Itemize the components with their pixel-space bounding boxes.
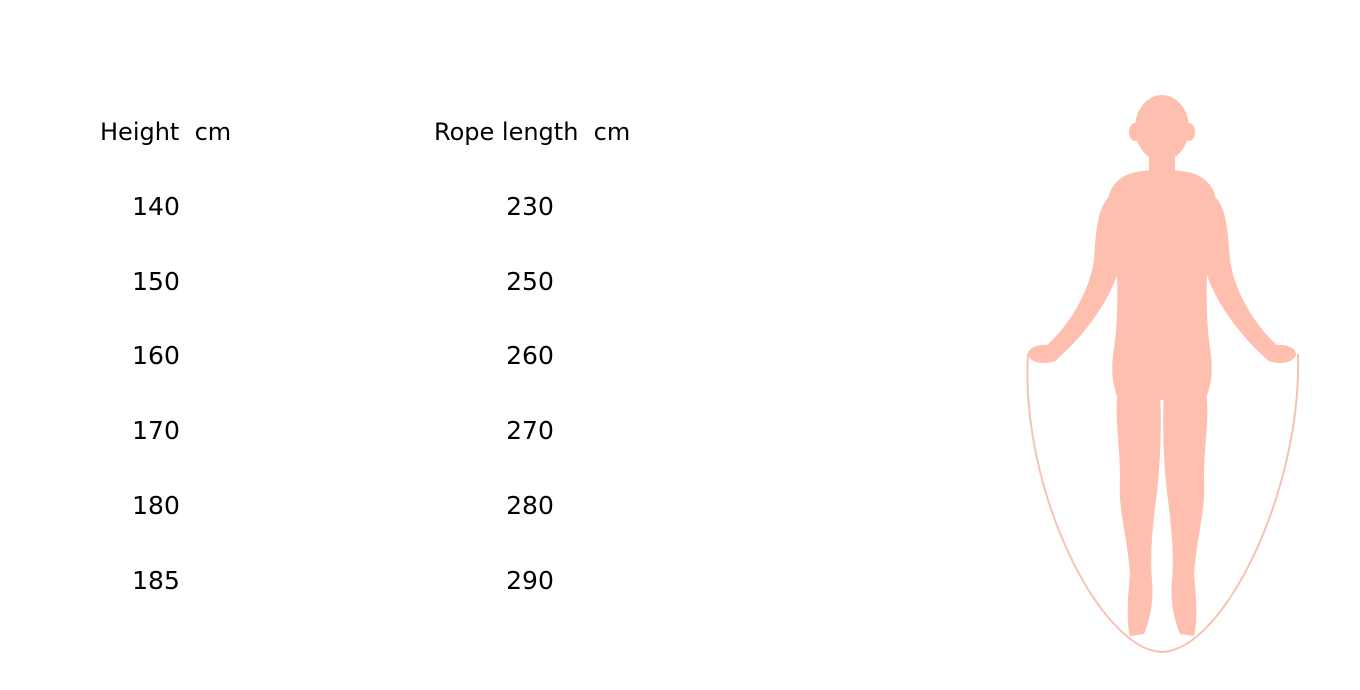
height-value: 160 [132, 341, 180, 370]
rope-length-value: 280 [506, 491, 554, 520]
height-value: 185 [132, 566, 180, 595]
height-value: 150 [132, 267, 180, 296]
person-silhouette-icon [1028, 95, 1296, 636]
rope-length-value: 260 [506, 341, 554, 370]
size-chart-table: Height cm Rope length cm 140 230 150 250… [0, 0, 700, 690]
height-column-header: Height cm [100, 118, 232, 146]
jump-rope-person-icon [1010, 90, 1320, 660]
rope-length-value: 230 [506, 192, 554, 221]
rope-length-value: 250 [506, 267, 554, 296]
height-value: 170 [132, 416, 180, 445]
rope-length-column-header: Rope length cm [434, 118, 631, 146]
rope-length-value: 290 [506, 566, 554, 595]
height-value: 180 [132, 491, 180, 520]
rope-length-value: 270 [506, 416, 554, 445]
height-value: 140 [132, 192, 180, 221]
